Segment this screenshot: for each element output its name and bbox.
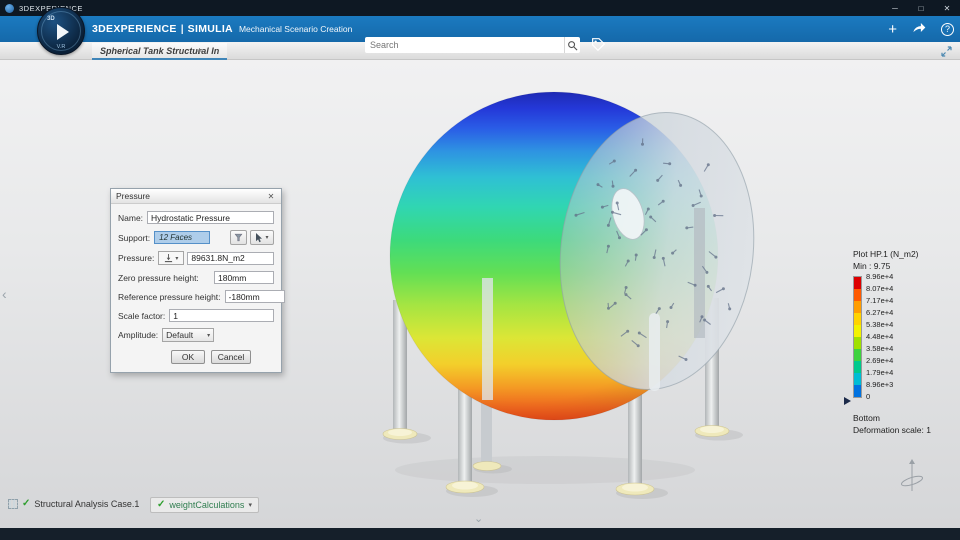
add-icon[interactable]: +: [888, 22, 897, 37]
compass-3d-label: 3D: [47, 16, 55, 22]
nozzle: [649, 313, 660, 391]
pressure-dialog: Pressure ✕ Name: Support: 12 Faces ▾: [110, 188, 285, 373]
application-window: 3DEXPERIENCE ─ □ ✕ 3DEXPERIENCE | SIMULI…: [0, 0, 960, 540]
app-logo-icon: [5, 3, 14, 13]
expand-icon[interactable]: [940, 45, 953, 58]
dialog-close-icon[interactable]: ✕: [266, 192, 276, 201]
chevron-down-icon: ▾: [207, 332, 211, 339]
contour-legend: Plot HP.1 (N_m2) Min : 9.75 8.96e+4 8.07e…: [844, 249, 931, 435]
compass-play-icon[interactable]: [57, 24, 69, 40]
pressure-type-combo[interactable]: ▾: [158, 251, 185, 265]
reference-pressure-height-label: Reference pressure height:: [118, 291, 221, 302]
scale-factor-field[interactable]: [169, 309, 274, 322]
help-icon[interactable]: ?: [941, 22, 954, 36]
bottom-status-bar: [0, 528, 960, 540]
axis-triad-icon[interactable]: [900, 459, 924, 491]
panel-expand-left-icon[interactable]: ‹: [2, 286, 7, 302]
3dexperience-compass[interactable]: 3D V.R: [37, 7, 85, 55]
zero-pressure-height-label: Zero pressure height:: [118, 272, 199, 283]
close-button[interactable]: ✕: [934, 0, 960, 16]
scale-factor-label: Scale factor:: [118, 310, 166, 321]
brand-divider: |: [180, 23, 184, 35]
zero-pressure-height-field[interactable]: [214, 271, 274, 284]
tag-icon[interactable]: [590, 36, 607, 53]
check-icon: ✓: [157, 499, 166, 510]
dialog-title: Pressure: [116, 191, 151, 201]
legend-min: Min : 9.75: [853, 261, 891, 271]
amplitude-value: Default: [166, 330, 194, 340]
amplitude-label: Amplitude:: [118, 330, 159, 340]
ground-shadows: [383, 429, 743, 499]
weight-calculations-chip[interactable]: ✓ weightCalculations ▾: [150, 497, 259, 513]
name-label: Name:: [118, 212, 144, 223]
minimize-button[interactable]: ─: [882, 0, 908, 16]
cancel-button[interactable]: Cancel: [211, 350, 251, 364]
support-label: Support:: [118, 232, 151, 243]
dialog-title-bar[interactable]: Pressure ✕: [111, 189, 281, 204]
search-icon[interactable]: [564, 37, 580, 53]
deformation-scale-label: Deformation scale: 1: [853, 425, 931, 435]
name-field[interactable]: [147, 211, 274, 224]
pressure-label: Pressure:: [118, 253, 155, 263]
weight-calculations-label: weightCalculations: [169, 500, 245, 510]
legend-bottom-label: Bottom: [853, 413, 880, 423]
tab-spherical-tank[interactable]: Spherical Tank Structural In: [92, 43, 228, 60]
compass-vr-label: V.R: [56, 44, 66, 50]
funnel-button[interactable]: [230, 230, 247, 245]
analysis-case-label: Structural Analysis Case.1: [34, 499, 140, 509]
app-header-bar: 3DEXPERIENCE | SIMULIA Mechanical Scenar…: [0, 16, 960, 53]
pressure-direction-icon: [165, 253, 173, 263]
add-tab-button[interactable]: +: [196, 44, 203, 58]
front-leg: [482, 278, 493, 400]
interior-leg: [694, 208, 705, 338]
window-title-bar: 3DEXPERIENCE ─ □ ✕: [0, 0, 960, 16]
legend-color-bar: [853, 276, 862, 398]
ok-button[interactable]: OK: [171, 350, 205, 364]
module-name: Mechanical Scenario Creation: [238, 24, 353, 34]
brand-area: 3DEXPERIENCE | SIMULIA Mechanical Scenar…: [92, 16, 352, 42]
chevron-down-icon[interactable]: ▾: [248, 501, 252, 509]
panel-expand-bottom-icon[interactable]: ⌄: [474, 512, 483, 525]
analysis-case-chip[interactable]: ✓ Structural Analysis Case.1: [8, 499, 139, 509]
search-box[interactable]: [365, 37, 580, 53]
share-icon[interactable]: [911, 20, 927, 39]
amplitude-dropdown[interactable]: Default ▾: [162, 328, 215, 342]
maximize-button[interactable]: □: [908, 0, 934, 16]
pointer-dropdown-button[interactable]: ▾: [250, 230, 274, 245]
brand-name: 3DEXPERIENCE: [92, 23, 177, 35]
support-field[interactable]: 12 Faces: [154, 231, 211, 244]
brand-app-name: SIMULIA: [187, 23, 233, 35]
check-icon: ✓: [22, 498, 31, 509]
min-marker-icon: [844, 397, 851, 405]
reference-pressure-height-field[interactable]: [224, 290, 285, 303]
legend-title: Plot HP.1 (N_m2): [853, 249, 919, 259]
search-input[interactable]: [365, 40, 564, 50]
legend-tick-labels: 8.96e+4 8.07e+4 7.17e+4 6.27e+4 5.38e+4 4.4…: [866, 272, 894, 401]
pressure-value-field[interactable]: [187, 251, 274, 265]
case-grid-icon: [8, 499, 18, 509]
